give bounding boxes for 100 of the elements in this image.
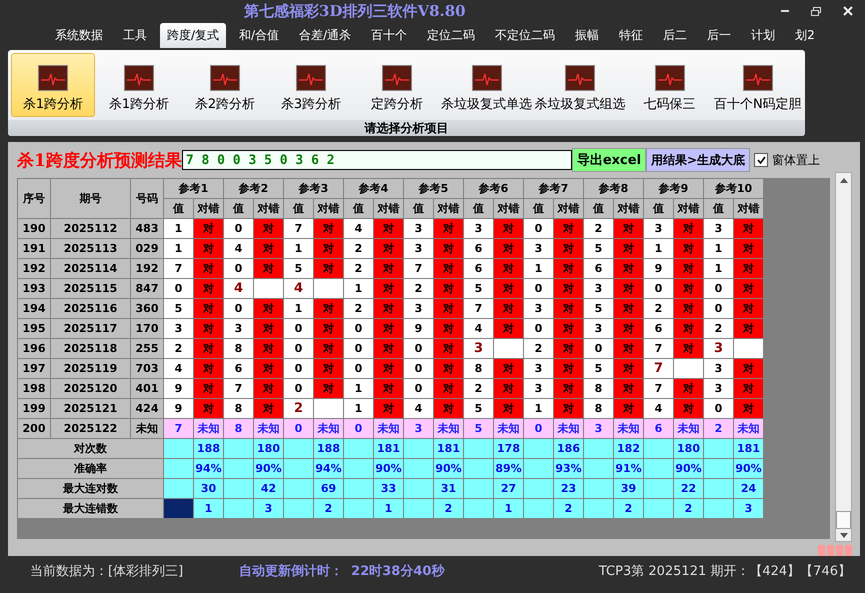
value-cell: 8 xyxy=(584,378,614,398)
result-cell: 对 xyxy=(554,258,584,278)
grid-cell[interactable] xyxy=(164,438,194,458)
result-field[interactable]: 7 8 0 0 3 5 0 3 6 2 xyxy=(182,150,572,170)
result-cell: 对 xyxy=(374,298,404,318)
table-cell: 401 xyxy=(130,378,164,398)
scrollbar-thumb[interactable] xyxy=(836,511,851,529)
table-cell: 2025112 xyxy=(50,218,130,238)
summary-value: 90% xyxy=(674,458,704,478)
value-cell: 3 xyxy=(704,378,734,398)
generate-button[interactable]: 用结果>生成大底 xyxy=(646,148,750,172)
value-cell: 8 xyxy=(224,398,254,418)
analysis-button[interactable]: 七码保三 xyxy=(628,53,712,117)
result-cell: 对 xyxy=(614,218,644,238)
result-cell: 对 xyxy=(314,358,344,378)
scroll-up-icon[interactable] xyxy=(840,178,848,183)
table-cell: 190 xyxy=(18,218,50,238)
value-cell: 3 xyxy=(404,418,434,438)
checkbox[interactable] xyxy=(754,153,768,167)
grid-cell[interactable] xyxy=(164,478,194,498)
result-cell: 对 xyxy=(674,258,704,278)
analysis-button[interactable]: 定跨分析 xyxy=(355,53,439,117)
restore-icon[interactable] xyxy=(811,6,821,16)
summary-value: 27 xyxy=(494,478,524,498)
menu-tab[interactable]: 合差/通杀 xyxy=(292,23,358,48)
column-header: 参考9 xyxy=(644,178,704,198)
table-cell: 360 xyxy=(130,298,164,318)
value-cell: 2 xyxy=(344,258,374,278)
value-cell: 1 xyxy=(344,378,374,398)
menu-tab[interactable]: 跨度/复式 xyxy=(160,23,226,48)
pulse-icon xyxy=(296,65,326,91)
menu-tab[interactable]: 划2 xyxy=(788,23,822,48)
menu-tab[interactable]: 和/合值 xyxy=(232,23,286,48)
result-cell: 未知 xyxy=(194,418,224,438)
analysis-button[interactable]: 杀2跨分析 xyxy=(183,53,267,117)
summary-value: 89% xyxy=(494,458,524,478)
result-cell: 对 xyxy=(254,238,284,258)
table-cell: 2025113 xyxy=(50,238,130,258)
close-icon[interactable] xyxy=(843,6,853,16)
menu-tab[interactable]: 后一 xyxy=(700,23,738,48)
export-button[interactable]: 导出excel xyxy=(572,148,646,172)
menu-tab[interactable]: 百十个 xyxy=(364,23,414,48)
result-cell: 未知 xyxy=(734,418,764,438)
summary-value: 94% xyxy=(314,458,344,478)
menu-tab[interactable]: 系统数据 xyxy=(48,23,110,48)
analysis-button[interactable]: 杀1跨分析 xyxy=(11,53,95,117)
scrollbar[interactable] xyxy=(835,172,852,542)
value-cell: 8 xyxy=(224,338,254,358)
value-cell: 3 xyxy=(404,298,434,318)
result-cell: 对 xyxy=(734,278,764,298)
value-cell: 9 xyxy=(164,398,194,418)
menu-tab[interactable]: 定位二码 xyxy=(420,23,482,48)
value-cell: 4 xyxy=(464,318,494,338)
table-cell: 196 xyxy=(18,338,50,358)
column-header: 参考4 xyxy=(344,178,404,198)
analysis-button[interactable]: 杀垃圾复式组选 xyxy=(534,53,626,117)
value-cell: 2 xyxy=(704,418,734,438)
menu-tab[interactable]: 计划 xyxy=(744,23,782,48)
result-cell: 对 xyxy=(314,258,344,278)
analysis-button[interactable]: 杀3跨分析 xyxy=(269,53,353,117)
value-cell: 5 xyxy=(584,238,614,258)
summary-value: 180 xyxy=(674,438,704,458)
result-cell: 对 xyxy=(674,298,704,318)
menu-tab[interactable]: 后二 xyxy=(656,23,694,48)
table-cell: 483 xyxy=(130,218,164,238)
table-cell: 197 xyxy=(18,358,50,378)
result-cell: 对 xyxy=(434,318,464,338)
grid-cell[interactable] xyxy=(164,498,194,518)
menu-tab[interactable]: 不定位二码 xyxy=(488,23,562,48)
value-cell: 0 xyxy=(404,358,434,378)
value-cell: 2 xyxy=(584,218,614,238)
result-cell: 对 xyxy=(194,218,224,238)
grid-cell[interactable] xyxy=(164,458,194,478)
scroll-down-icon[interactable] xyxy=(840,533,848,538)
analysis-button[interactable]: 杀垃圾复式单选 xyxy=(441,53,532,117)
table-cell: 191 xyxy=(18,238,50,258)
table-cell: 195 xyxy=(18,318,50,338)
menu-tab[interactable]: 振幅 xyxy=(568,23,606,48)
table-cell: 2025120 xyxy=(50,378,130,398)
menu-tab[interactable]: 特征 xyxy=(612,23,650,48)
result-cell: 对 xyxy=(554,298,584,318)
table-cell: 193 xyxy=(18,278,50,298)
analysis-button[interactable]: 杀1跨分析 xyxy=(97,53,181,117)
menu-tab[interactable]: 工具 xyxy=(116,23,154,48)
value-cell: 3 xyxy=(524,358,554,378)
result-cell: 对 xyxy=(614,318,644,338)
result-cell: 对 xyxy=(374,358,404,378)
value-cell: 1 xyxy=(344,398,374,418)
result-cell: 对 xyxy=(554,398,584,418)
result-cell: 未知 xyxy=(314,418,344,438)
analysis-button[interactable]: 百十个N码定胆 xyxy=(714,53,802,117)
result-cell: 对 xyxy=(194,278,224,298)
summary-value: 181 xyxy=(434,438,464,458)
result-cell: 对 xyxy=(194,378,224,398)
result-cell: 对 xyxy=(494,278,524,298)
value-cell: 7 xyxy=(284,218,314,238)
summary-label: 对次数 xyxy=(18,438,164,458)
result-cell: 对 xyxy=(374,238,404,258)
minimize-icon[interactable] xyxy=(781,10,789,12)
value-cell: 4 xyxy=(224,238,254,258)
